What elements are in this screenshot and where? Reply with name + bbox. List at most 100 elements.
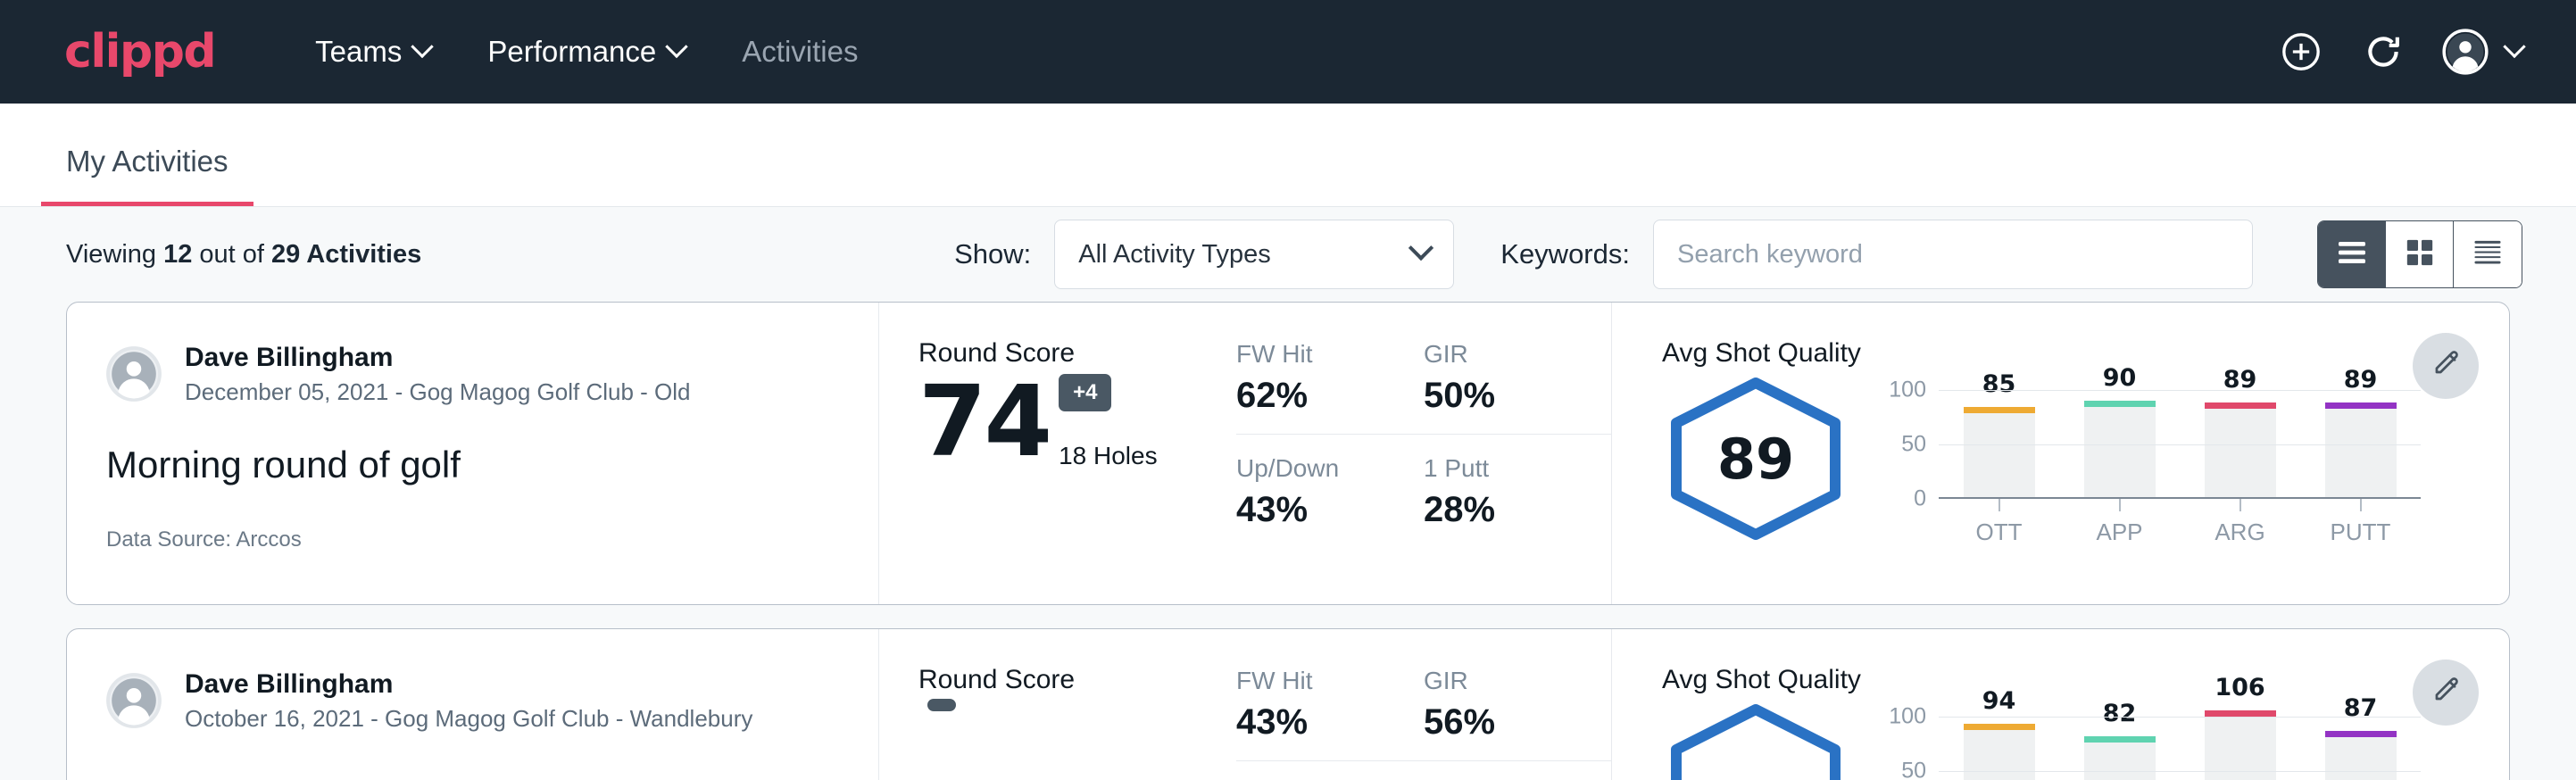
viewing-count-text: Viewing 12 out of 29 Activities [66,240,421,270]
round-holes: 18 Holes [1059,442,1158,470]
view-mode-grid-button[interactable] [2386,221,2454,287]
activity-card[interactable]: Dave Billingham December 05, 2021 - Gog … [66,302,2510,605]
round-score-block: Round Score [879,629,1236,780]
activity-user-name: Dave Billingham [185,667,752,703]
edit-activity-button[interactable] [2413,660,2479,726]
nav-item-activities[interactable]: Activities [713,35,886,69]
stat-fw-hit-value: 43% [1236,702,1383,743]
chart-bar [2325,731,2397,780]
chart-bar-value: 89 [2325,366,2397,394]
chevron-down-icon [411,36,434,58]
activity-meta: October 16, 2021 - Gog Magog Golf Club -… [185,703,752,734]
chart-x-label: PUTT [2325,519,2397,546]
activity-type-select-value: All Activity Types [1078,240,1270,270]
chart-plot-area: 948210687 OTTAPPARGPUTT [1939,701,2421,780]
chart-y-tick: 100 [1889,704,1926,730]
list-view-icon [2335,239,2369,270]
chart-gridline [1939,444,2421,445]
chart-bar-cap [2084,736,2156,743]
chart-x-labels: OTTAPPARGPUTT [1939,499,2421,546]
chart-gridline [1939,717,2421,718]
stat-one-putt: 1 Putt 28% [1424,454,1611,530]
chart-y-tick: 50 [1901,759,1926,780]
avatar [106,346,162,402]
tab-my-activities[interactable]: My Activities [41,145,253,206]
chart-y-tick: 0 [1914,486,1926,512]
activity-card[interactable]: Dave Billingham October 16, 2021 - Gog M… [66,628,2510,780]
chevron-down-icon [2503,36,2525,58]
chart-gridline [1939,390,2421,391]
chart-bar-cap [2205,710,2276,717]
show-label: Show: [954,238,1031,270]
stat-up-down-value: 43% [1236,490,1383,530]
chart-y-axis: 050100 [1885,374,1939,499]
chart-plot-area: 85908989 OTTAPPARGPUTT [1939,374,2421,499]
chart-bar-column: 89 [2325,374,2397,499]
view-mode-compact-button[interactable] [2454,221,2522,287]
primary-nav: Teams Performance Activities [287,35,886,69]
stat-gir-value: 56% [1424,702,1570,743]
chart-gridline [1939,771,2421,772]
chart-bar [1964,407,2035,499]
stat-fw-hit-label: FW Hit [1236,667,1383,695]
activity-card-info: Dave Billingham December 05, 2021 - Gog … [67,303,879,604]
viewing-mid: out of [192,240,271,269]
activity-type-select[interactable]: All Activity Types [1054,220,1454,289]
chart-bar-column: 82 [2084,701,2156,780]
account-avatar-icon [2442,29,2489,75]
stat-gir-label: GIR [1424,340,1570,369]
nav-item-performance[interactable]: Performance [459,35,713,69]
chart-bar [2084,736,2156,780]
chart-bar-column: 90 [2084,374,2156,499]
activity-data-source: Data Source: Arccos [106,527,839,552]
refresh-icon[interactable] [2360,29,2406,75]
avg-shot-quality-hexagon [1662,701,1849,780]
activity-card-user: Dave Billingham December 05, 2021 - Gog … [106,340,839,408]
activity-user-name: Dave Billingham [185,340,691,377]
chart-bar-value: 85 [1964,370,2035,398]
avg-shot-quality-block: Avg Shot Quality 89 050100 85908989 OTTA… [1611,303,2509,604]
chart-y-axis: 050100 [1885,701,1939,780]
chart-bar-cap [1964,724,2035,730]
nav-item-teams[interactable]: Teams [287,35,459,69]
chart-bar-column: 85 [1964,374,2035,499]
chart-bar [2205,402,2276,499]
account-menu[interactable] [2442,29,2522,75]
chart-bars: 948210687 [1939,701,2421,780]
compact-view-icon [2471,238,2505,271]
search-input-placeholder: Search keyword [1677,240,1863,270]
edit-activity-button[interactable] [2413,333,2479,399]
view-mode-list-button[interactable] [2318,221,2386,287]
clippd-logo[interactable]: clippd [64,25,215,79]
avg-shot-quality-value [1662,701,1849,780]
stat-gir: GIR 50% [1424,340,1611,435]
round-score-label: Round Score [918,665,1236,695]
avg-shot-quality-hexagon: 89 [1662,374,1849,544]
stat-fw-hit: FW Hit 43% [1236,667,1424,761]
search-input[interactable]: Search keyword [1653,220,2253,289]
round-score-badge: +4 [1059,374,1111,411]
nav-item-teams-label: Teams [315,35,402,69]
plus-circle-icon[interactable] [2278,29,2324,75]
chart-bar-cap [2325,731,2397,737]
viewing-count: 12 [163,240,192,269]
stat-gir: GIR 56% [1424,667,1611,761]
stat-fw-hit-label: FW Hit [1236,340,1383,369]
round-score-badge [927,699,956,711]
chart-bar-value: 90 [2084,364,2156,392]
chart-bar-column: 94 [1964,701,2035,780]
chart-y-tick: 50 [1901,432,1926,458]
chart-bar-column: 106 [2205,701,2276,780]
filter-bar: Viewing 12 out of 29 Activities Show: Al… [0,207,2576,302]
tab-my-activities-label: My Activities [66,145,229,178]
chart-bar-cap [2084,401,2156,407]
activity-title: Morning round of golf [106,444,839,486]
view-mode-toggle-group [2317,220,2522,288]
top-navigation-bar: clippd Teams Performance Activities [0,0,2576,104]
chevron-down-icon [666,36,688,58]
chevron-down-icon [1408,236,1433,261]
viewing-prefix: Viewing [66,240,163,269]
chart-bars: 85908989 [1939,374,2421,499]
shot-quality-bar-chart: 050100 85908989 OTTAPPARGPUTT [1885,374,2421,499]
stat-up-down: Up/Down 43% [1236,454,1424,530]
